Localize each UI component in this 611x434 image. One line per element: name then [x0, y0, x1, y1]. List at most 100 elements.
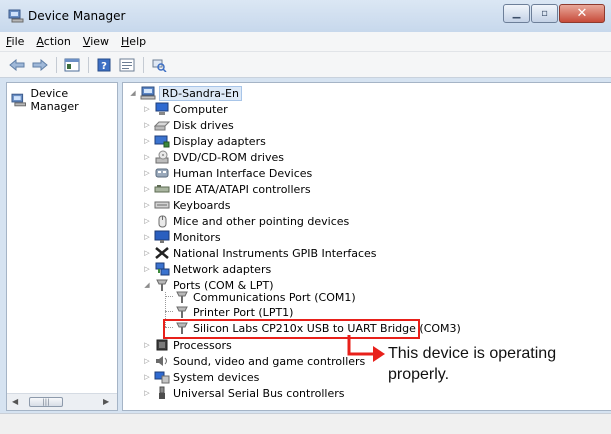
disk-drive-icon	[154, 117, 170, 133]
callout-arrow-icon	[347, 335, 385, 362]
tree-category-hid[interactable]: ▷ Human Interface Devices	[142, 165, 312, 181]
expand-icon[interactable]: ▷	[142, 165, 152, 181]
tree-category-label: Display adapters	[173, 134, 266, 148]
forward-arrow-icon	[32, 58, 48, 71]
port-icon	[154, 277, 170, 293]
expand-icon[interactable]: ▷	[142, 149, 152, 165]
monitor-icon	[154, 229, 170, 245]
console-tree-pane[interactable]: Device Manager ◀ ||| ▶	[6, 82, 118, 411]
menu-file[interactable]: File	[6, 35, 24, 48]
tree-category-label: Computer	[173, 102, 228, 116]
tree-category-system[interactable]: ▷ System devices	[142, 369, 259, 385]
tree-category-disk-drives[interactable]: ▷ Disk drives	[142, 117, 233, 133]
tree-category-usb[interactable]: ▷ Universal Serial Bus controllers	[142, 385, 344, 401]
tree-category-ni-gpib[interactable]: ▷ National Instruments GPIB Interfaces	[142, 245, 377, 261]
ide-controller-icon	[154, 181, 170, 197]
svg-text:?: ?	[101, 61, 107, 72]
scrollbar-thumb[interactable]: |||	[29, 397, 63, 407]
expand-icon[interactable]: ▷	[142, 229, 152, 245]
tree-device-com1[interactable]: Communications Port (COM1)	[172, 289, 356, 305]
device-manager-window: Device Manager ▁ ▫ ✕ File Action View He…	[0, 0, 611, 434]
forward-button[interactable]	[29, 55, 51, 75]
tree-category-dvd-cdrom[interactable]: ▷ DVD/CD-ROM drives	[142, 149, 284, 165]
scan-hardware-button[interactable]	[148, 55, 170, 75]
tree-category-sound[interactable]: ▷ Sound, video and game controllers	[142, 353, 365, 369]
toolbar-separator	[88, 56, 89, 73]
scroll-left-icon[interactable]: ◀	[12, 397, 18, 406]
tree-category-network[interactable]: ▷ Network adapters	[142, 261, 271, 277]
help-button[interactable]: ?	[93, 55, 115, 75]
expand-icon[interactable]: ▷	[142, 261, 152, 277]
processor-icon	[154, 337, 170, 353]
toolbar: ?	[0, 52, 611, 78]
menu-action-label: ction	[43, 35, 71, 48]
tree-root[interactable]: ◢ RD-Sandra-En	[128, 85, 242, 101]
tree-category-label: National Instruments GPIB Interfaces	[173, 246, 377, 260]
maximize-button[interactable]: ▫	[531, 4, 558, 23]
expand-icon[interactable]: ▷	[142, 213, 152, 229]
minimize-button[interactable]: ▁	[503, 4, 530, 23]
toolbar-separator	[56, 56, 57, 73]
tree-category-keyboards[interactable]: ▷ Keyboards	[142, 197, 230, 213]
expand-icon[interactable]: ▷	[142, 197, 152, 213]
close-button[interactable]: ✕	[559, 4, 605, 23]
menu-help[interactable]: Help	[121, 35, 146, 48]
expand-icon[interactable]: ▷	[142, 133, 152, 149]
show-hide-console-tree-icon	[64, 58, 80, 71]
back-button[interactable]	[6, 55, 28, 75]
tree-category-ide-ata[interactable]: ▷ IDE ATA/ATAPI controllers	[142, 181, 310, 197]
tree-category-label: Processors	[173, 338, 232, 352]
tree-device-label: Communications Port (COM1)	[193, 290, 356, 304]
console-tree-device-manager[interactable]: Device Manager	[11, 87, 117, 113]
tree-category-monitors[interactable]: ▷ Monitors	[142, 229, 221, 245]
collapse-icon[interactable]: ◢	[128, 85, 138, 101]
tree-category-mice[interactable]: ▷ Mice and other pointing devices	[142, 213, 349, 229]
device-manager-app-icon	[8, 9, 24, 26]
collapse-icon[interactable]: ◢	[142, 277, 152, 293]
device-manager-icon	[11, 93, 27, 107]
tree-device-lpt1[interactable]: Printer Port (LPT1)	[172, 304, 293, 320]
keyboard-icon	[154, 197, 170, 213]
tree-category-computer[interactable]: ▷ Computer	[142, 101, 228, 117]
tree-category-processors[interactable]: ▷ Processors	[142, 337, 232, 353]
menu-action-accesskey: A	[36, 35, 44, 48]
hid-icon	[154, 165, 170, 181]
show-hide-console-tree-button[interactable]	[61, 55, 83, 75]
menu-help-label: elp	[129, 35, 147, 48]
speaker-icon	[154, 353, 170, 369]
network-adapter-icon	[154, 261, 170, 277]
properties-button[interactable]	[116, 55, 138, 75]
expand-icon[interactable]: ▷	[142, 369, 152, 385]
system-devices-icon	[154, 369, 170, 385]
close-icon: ✕	[576, 6, 588, 21]
expand-icon[interactable]: ▷	[142, 245, 152, 261]
tree-category-display-adapters[interactable]: ▷ Display adapters	[142, 133, 266, 149]
expand-icon[interactable]: ▷	[142, 101, 152, 117]
minimize-icon: ▁	[512, 8, 521, 19]
port-icon	[174, 289, 190, 305]
scroll-right-icon[interactable]: ▶	[103, 397, 109, 406]
horizontal-scrollbar[interactable]: ◀ ||| ▶	[7, 393, 117, 410]
expand-icon[interactable]: ▷	[142, 353, 152, 369]
tree-category-label: Sound, video and game controllers	[173, 354, 366, 368]
tree-category-label: Human Interface Devices	[173, 166, 313, 180]
tree-device-label: Printer Port (LPT1)	[193, 305, 294, 319]
expand-icon[interactable]: ▷	[142, 181, 152, 197]
annotation-text: This device is operating properly.	[388, 345, 557, 383]
expand-icon[interactable]: ▷	[142, 337, 152, 353]
title-bar[interactable]: Device Manager ▁ ▫ ✕	[0, 0, 611, 32]
computer-icon	[154, 101, 170, 117]
back-arrow-icon	[9, 58, 25, 71]
expand-icon[interactable]: ▷	[142, 117, 152, 133]
help-icon: ?	[97, 58, 111, 72]
expand-icon[interactable]: ▷	[142, 385, 152, 401]
port-icon	[174, 304, 190, 320]
window-controls: ▁ ▫ ✕	[502, 4, 605, 24]
menu-action[interactable]: Action	[36, 35, 70, 48]
menu-view[interactable]: View	[83, 35, 109, 48]
menu-view-label: iew	[90, 35, 110, 48]
tree-category-label: System devices	[173, 370, 260, 384]
menu-file-label: ile	[11, 35, 25, 48]
toolbar-separator	[143, 56, 144, 73]
computer-root-icon	[140, 85, 156, 101]
